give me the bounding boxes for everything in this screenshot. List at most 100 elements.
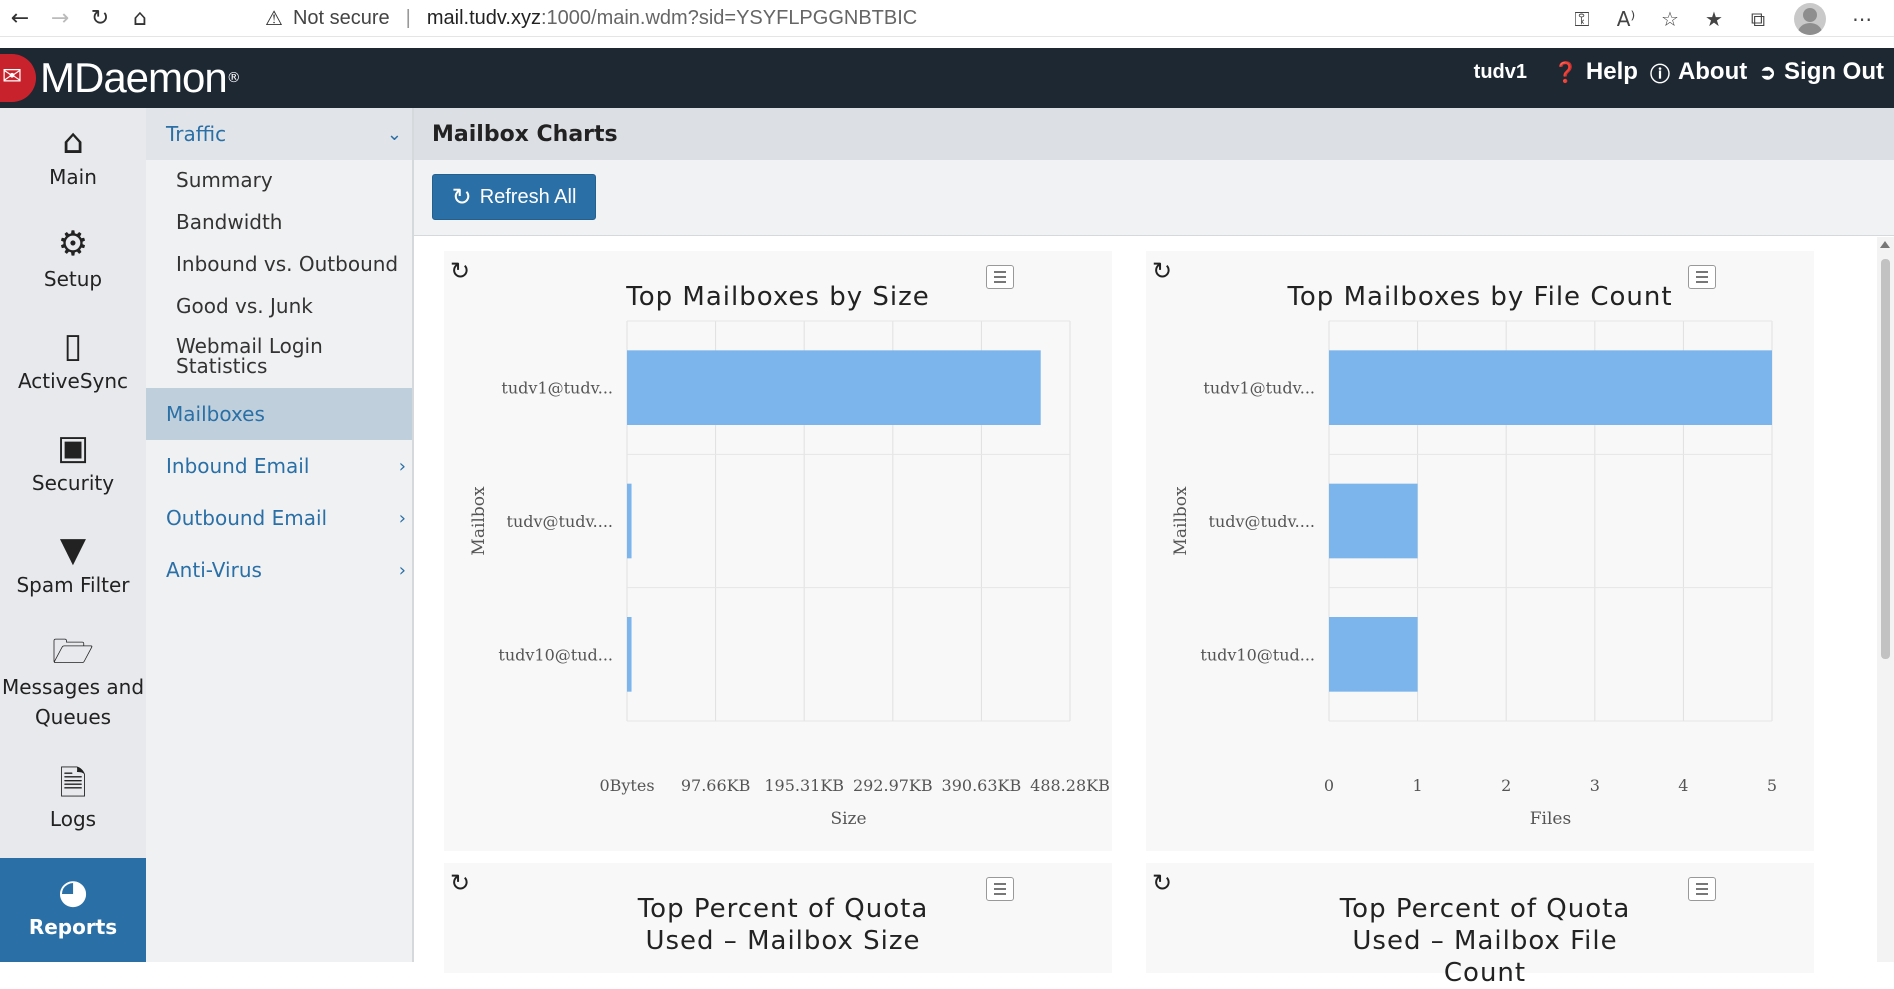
info-circle-icon: ⓘ xyxy=(1649,63,1670,86)
refresh-all-button[interactable]: ↻ Refresh All xyxy=(432,174,596,220)
read-aloud-icon[interactable]: A⁾ xyxy=(1604,7,1648,31)
chart-menu-icon[interactable] xyxy=(986,877,1014,901)
charts-toolbar: ↻ Refresh All xyxy=(414,160,1894,236)
nav-spam-filter-label: Spam Filter xyxy=(16,573,130,597)
nav-activesync[interactable]: ▯ ActiveSync xyxy=(0,326,146,410)
bar xyxy=(627,483,632,559)
chart-menu-icon[interactable] xyxy=(1688,877,1716,901)
outbound-email-label: Outbound Email xyxy=(166,506,328,530)
url-path: :1000/main.wdm?sid=YSYFLPGGNBTBIC xyxy=(540,7,918,29)
sub-item-summary[interactable]: Summary xyxy=(176,168,273,192)
chevron-right-icon: › xyxy=(398,559,406,581)
chart-title: Top Percent of Quota Used – Mailbox Size xyxy=(637,894,929,956)
key-icon[interactable]: ⚿ xyxy=(1560,7,1604,31)
nav-logs[interactable]: 🗎 Logs xyxy=(0,764,146,848)
add-favorite-icon[interactable]: ☆ xyxy=(1648,7,1692,31)
warning-icon: ⚠ xyxy=(265,8,283,30)
nav-activesync-label: ActiveSync xyxy=(17,369,129,393)
sign-out-icon: ➲ xyxy=(1759,61,1777,84)
sub-item-mailboxes[interactable]: Mailboxes xyxy=(146,388,412,440)
sub-item-webmail-login-statistics[interactable]: Webmail Login Statistics xyxy=(176,336,376,376)
sign-out-label: Sign Out xyxy=(1784,58,1884,85)
about-label: About xyxy=(1677,58,1748,85)
sub-item-anti-virus[interactable]: Anti-Virus › xyxy=(146,544,412,596)
chevron-right-icon: › xyxy=(398,455,406,477)
sub-item-good-vs-junk[interactable]: Good vs. Junk xyxy=(176,294,313,318)
bar xyxy=(627,350,1041,425)
sub-item-outbound-email[interactable]: Outbound Email › xyxy=(146,492,412,544)
x-tick-label: 0 xyxy=(1324,776,1334,795)
x-tick-label: 3 xyxy=(1590,776,1600,795)
x-tick-label: 2 xyxy=(1501,776,1511,795)
nav-main-label: Main xyxy=(49,165,97,189)
x-tick-label: 488.28KB xyxy=(1030,776,1110,795)
app-header: MDaemon® tudv1 ❓ Help ⓘ About ➲ Sign Out xyxy=(0,48,1894,108)
x-tick-label: 5 xyxy=(1767,776,1777,795)
bar xyxy=(1329,483,1418,559)
category-label: tudv1@tudv... xyxy=(501,379,613,398)
nav-logs-label: Logs xyxy=(49,807,97,831)
vertical-scrollbar[interactable] xyxy=(1877,237,1894,962)
sub-item-inbound-vs-outbound[interactable]: Inbound vs. Outbound xyxy=(176,252,398,276)
scrollbar-thumb[interactable] xyxy=(1881,259,1890,659)
page-title: Mailbox Charts xyxy=(414,108,1894,160)
help-link[interactable]: ❓ Help xyxy=(1553,58,1638,86)
sub-item-bandwidth[interactable]: Bandwidth xyxy=(176,210,282,234)
about-link[interactable]: ⓘ About xyxy=(1650,58,1747,87)
chart-title: Top Percent of Quota Used – Mailbox File… xyxy=(1339,894,1631,988)
charts-content: ↻ Top Mailboxes by Size 0Bytes 97.66KB 195… xyxy=(414,237,1877,988)
nav-reports-label: Reports xyxy=(28,915,118,939)
chart-card-quota-size: ↻ Top Percent of Quota Used – Mailbox Si… xyxy=(444,863,1112,973)
scroll-up-arrow-icon[interactable] xyxy=(1880,241,1890,248)
mobile-icon: ▯ xyxy=(63,326,83,366)
lock-icon: ▣ xyxy=(56,428,90,468)
logo[interactable]: MDaemon® xyxy=(0,54,241,102)
nav-reports[interactable]: ◕ Reports xyxy=(0,858,146,962)
chart-refresh-icon[interactable]: ↻ xyxy=(1152,869,1172,897)
y-axis-label: Mailbox xyxy=(1171,486,1191,556)
question-circle-icon: ❓ xyxy=(1553,61,1578,84)
forward-arrow-icon[interactable]: → xyxy=(40,0,80,37)
x-tick-label: 97.66KB xyxy=(681,776,751,795)
chevron-down-icon: ⌄ xyxy=(386,123,402,145)
refresh-all-label: Refresh All xyxy=(479,185,577,208)
chart-card-file-count: ↻ Top Mailboxes by File Count 0 1 2 3 4 5 tudv… xyxy=(1146,251,1814,851)
category-label: tudv@tudv.... xyxy=(1209,512,1315,531)
chart-card-quota-count: ↻ Top Percent of Quota Used – Mailbox Fi… xyxy=(1146,863,1814,988)
sub-item-inbound-email[interactable]: Inbound Email › xyxy=(146,440,412,492)
address-bar[interactable]: ⚠ Not secure | mail.tudv.xyz :1000/main.… xyxy=(265,0,917,37)
profile-avatar[interactable] xyxy=(1794,2,1826,35)
chart-refresh-icon[interactable]: ↻ xyxy=(450,869,470,897)
chevron-right-icon: › xyxy=(398,507,406,529)
nav-setup[interactable]: ⚙ Setup xyxy=(0,224,146,308)
sign-out-link[interactable]: ➲ Sign Out xyxy=(1759,58,1884,86)
x-axis-label: Size xyxy=(830,809,866,829)
more-options-icon[interactable]: ⋯ xyxy=(1840,7,1884,31)
traffic-section-header[interactable]: Traffic ⌄ xyxy=(146,108,412,160)
filter-icon: ▼ xyxy=(59,530,87,570)
nav-spam-filter[interactable]: ▼ Spam Filter xyxy=(0,530,146,614)
nav-main[interactable]: ⌂ Main xyxy=(0,122,146,206)
browser-actions: ⚿ A⁾ ☆ ★ ⧉ ⋯ xyxy=(1560,0,1884,37)
anti-virus-label: Anti-Virus xyxy=(166,558,262,582)
brand-name: MDaemon xyxy=(40,54,228,101)
x-tick-label: 292.97KB xyxy=(853,776,933,795)
mdaemon-logo-icon xyxy=(0,54,36,102)
url-host: mail.tudv.xyz xyxy=(426,7,541,29)
nav-messages-queues[interactable]: 🗁 Messages and Queues xyxy=(0,632,146,748)
home-icon[interactable]: ⌂ xyxy=(120,0,160,37)
category-label: tudv1@tudv... xyxy=(1203,379,1315,398)
collections-icon[interactable]: ⧉ xyxy=(1736,7,1780,31)
mailboxes-label: Mailboxes xyxy=(166,402,265,426)
bar xyxy=(1329,350,1772,425)
document-icon: 🗎 xyxy=(59,764,87,804)
refresh-icon: ↻ xyxy=(451,183,472,211)
help-label: Help xyxy=(1585,58,1638,85)
category-label: tudv10@tud... xyxy=(498,645,613,664)
reload-icon[interactable]: ↻ xyxy=(80,0,120,37)
favorites-icon[interactable]: ★ xyxy=(1692,7,1736,31)
back-arrow-icon[interactable]: ← xyxy=(0,0,40,37)
nav-security[interactable]: ▣ Security xyxy=(0,428,146,512)
x-tick-label: 390.63KB xyxy=(942,776,1022,795)
folder-open-icon: 🗁 xyxy=(51,632,95,672)
